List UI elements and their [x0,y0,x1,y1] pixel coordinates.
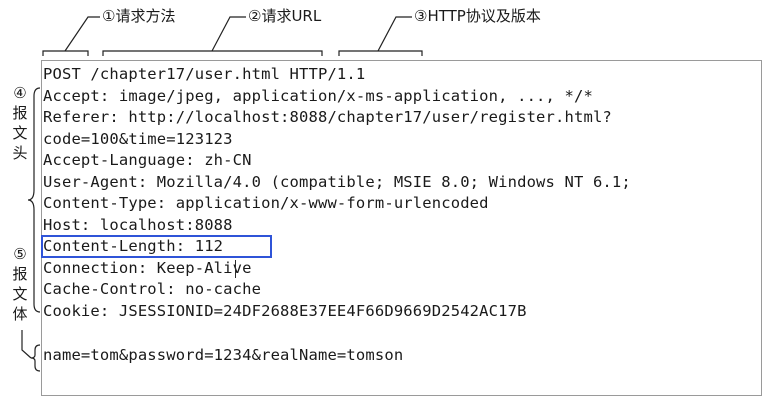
header-line: Content-Type: application/x-www-form-url… [43,194,489,212]
header-char-2: 文 [12,124,28,142]
body-leader [21,330,32,359]
header-line: Referer: http://localhost:8088/chapter17… [43,108,612,126]
header-char-1: 报 [12,104,28,122]
body-char-3: 体 [12,305,28,323]
header-line: Host: localhost:8088 [43,216,233,234]
protocol-bracket [338,50,423,56]
body-line: name=tom&password=1234&realName=tomson [43,346,404,364]
header-line: User-Agent: Mozilla/4.0 (compatible; MSI… [43,173,631,191]
protocol-leader [377,16,412,52]
header-line: Accept-Language: zh-CN [43,151,252,169]
url-bracket [102,50,323,56]
header-line: Connection: Keep-Alive [43,259,252,277]
header-line: code=100&time=123123 [43,130,233,148]
method-bracket [42,50,89,56]
header-char-3: 头 [12,144,28,162]
body-char-2: 文 [12,285,28,303]
content-length-highlight [41,235,272,258]
header-line: Accept: image/jpeg, application/x-ms-app… [43,87,593,105]
header-brace [27,87,41,313]
method-leader [64,16,100,52]
callout-message-body: ⑤ 报 文 体 [11,244,29,324]
url-leader [211,16,246,52]
body-char-1: 报 [12,265,28,283]
header-line: Cookie: JSESSIONID=24DF2688E37EE4F66D966… [43,302,527,320]
header-line: Cache-Control: no-cache [43,280,262,298]
text-cursor [235,260,236,278]
callout-request-method: ①请求方法 [102,7,176,25]
request-line: POST /chapter17/user.html HTTP/1.1 [43,65,366,83]
callout-http-protocol: ③HTTP协议及版本 [414,7,541,25]
header-number: ④ [13,84,27,102]
callout-request-url: ②请求URL [248,7,322,25]
callout-message-header: ④ 报 文 头 [11,83,29,163]
body-brace [30,344,41,372]
body-number: ⑤ [13,245,27,263]
